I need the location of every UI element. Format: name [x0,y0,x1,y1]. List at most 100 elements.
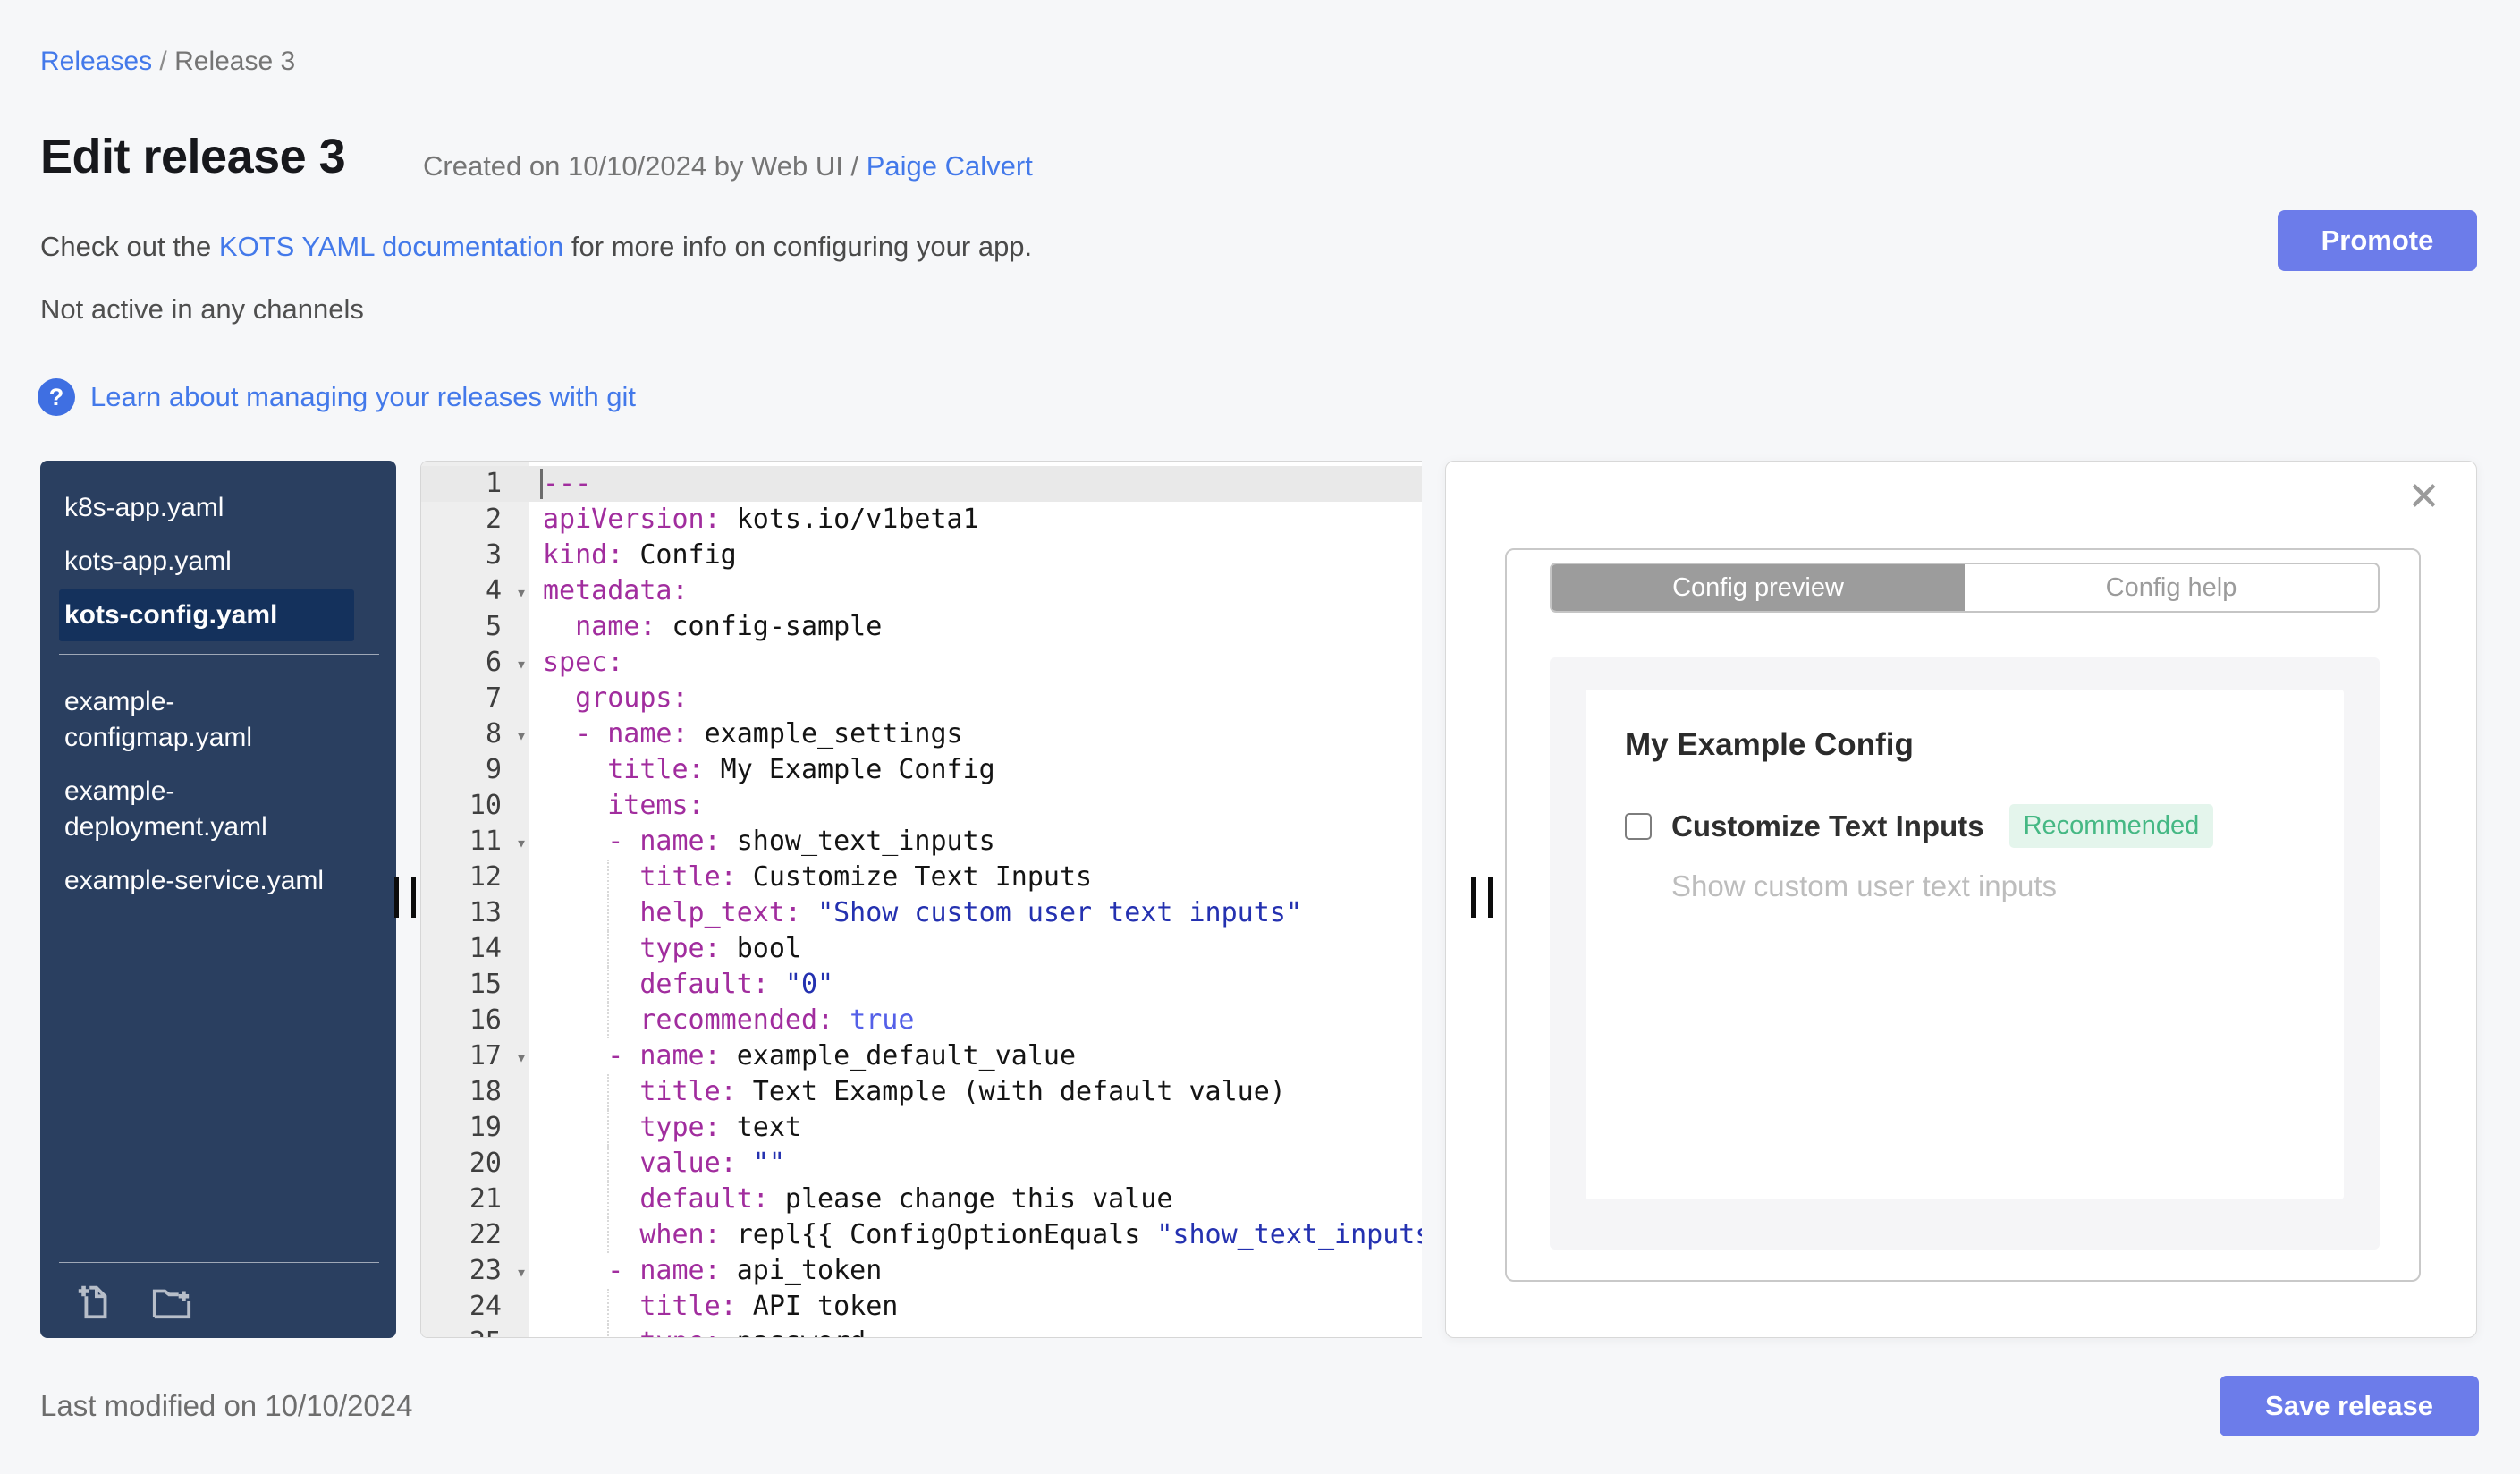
author-link[interactable]: Paige Calvert [867,150,1033,182]
line-number[interactable]: 19 [421,1110,529,1146]
editor-line-20: 20 value: "" [421,1146,1422,1182]
code-text: - name: show_text_inputs [607,826,995,857]
config-card: Config preview Config help My Example Con… [1505,548,2421,1282]
line-number[interactable]: 17 ▾ [421,1038,529,1074]
fold-arrow-icon[interactable]: ▾ [516,646,527,682]
line-number[interactable]: 2 [421,502,529,538]
code-text: title: My Example Config [607,754,995,785]
sidebar-file-list-primary: k8s-app.yaml kots-app.yaml kots-config.yam… [40,461,396,641]
sidebar-actions [40,1281,396,1322]
line-number[interactable]: 12 [421,860,529,895]
channel-status: Not active in any channels [40,293,364,325]
close-icon[interactable]: ✕ [2407,478,2440,517]
line-number[interactable]: 20 [421,1146,529,1182]
line-number[interactable]: 22 [421,1217,529,1253]
editor-line-16: 16 recommended: true [421,1003,1422,1038]
editor-line-22: 22 when: repl{{ ConfigOptionEquals "show… [421,1217,1422,1253]
code-text: title: Text Example (with default value) [529,1074,1422,1110]
editor-line-6: 6 ▾ spec: [421,645,1422,681]
config-preview-panel: ✕ Config preview Config help My Example C… [1445,461,2477,1338]
kots-yaml-docs-link[interactable]: KOTS YAML documentation [219,231,563,262]
sidebar-file-list-secondary: example-configmap.yaml example-deployment… [40,676,396,907]
code-text: - name: example_settings [575,718,963,750]
breadcrumb-releases-link[interactable]: Releases [40,47,152,76]
line-number[interactable]: 24 [421,1289,529,1325]
line-number[interactable]: 15 [421,967,529,1003]
editor-line-10: 10 items: [421,788,1422,824]
line-number[interactable]: 18 [421,1074,529,1110]
new-file-icon[interactable] [74,1281,115,1322]
recommended-badge: Recommended [2008,804,2214,848]
fold-arrow-icon[interactable]: ▾ [516,1254,527,1290]
line-number[interactable]: 21 [421,1182,529,1217]
sidebar-file-kots-config.yaml[interactable]: kots-config.yaml [59,589,354,641]
sidebar-file-example-deployment.yaml[interactable]: example-deployment.yaml [59,766,354,853]
line-number[interactable]: 3 [421,538,529,573]
editor-line-24: 24 title: API token [421,1289,1422,1325]
docs-prefix: Check out the [40,231,219,262]
config-preview-card: My Example Config Customize Text Inputs … [1586,690,2344,1199]
config-tabset: Config preview Config help [1550,563,2380,613]
question-circle-icon: ? [38,378,75,416]
line-number[interactable]: 10 [421,788,529,824]
fold-arrow-icon[interactable]: ▾ [516,574,527,610]
sidebar-file-example-configmap.yaml[interactable]: example-configmap.yaml [59,676,354,764]
code-text: value: "" [529,1146,1422,1182]
code-text: default: please change this value [529,1182,1422,1217]
sidebar-file-example-service.yaml[interactable]: example-service.yaml [59,855,354,907]
git-help-link[interactable]: Learn about managing your releases with … [90,381,636,413]
line-number[interactable]: 4 ▾ [421,573,529,609]
customize-text-inputs-checkbox[interactable] [1625,812,1652,840]
save-release-button[interactable]: Save release [2220,1376,2479,1436]
sidebar-file-kots-app.yaml[interactable]: kots-app.yaml [59,536,354,588]
file-sidebar: k8s-app.yaml kots-app.yaml kots-config.yam… [40,461,396,1338]
tab-config-help[interactable]: Config help [1965,564,2378,611]
code-text: type: password [529,1325,1422,1337]
created-subtitle: Created on 10/10/2024 by Web UI / Paige … [423,150,1033,182]
fold-arrow-icon[interactable]: ▾ [516,1039,527,1075]
line-number[interactable]: 5 [421,609,529,645]
code-text: --- [529,466,1422,502]
fold-arrow-icon[interactable]: ▾ [516,825,527,860]
tab-config-preview[interactable]: Config preview [1552,564,1965,611]
line-number[interactable]: 1 [421,466,529,502]
line-number[interactable]: 16 [421,1003,529,1038]
line-number[interactable]: 8 ▾ [421,716,529,752]
editor-line-19: 19 type: text [421,1110,1422,1146]
code-text: name: config-sample [575,611,883,642]
last-modified-text: Last modified on 10/10/2024 [40,1389,413,1422]
editor-line-11: 11 ▾ - name: show_text_inputs [421,824,1422,860]
editor-line-25: 25 type: password [421,1325,1422,1337]
config-preview-region: My Example Config Customize Text Inputs … [1550,657,2380,1250]
new-folder-icon[interactable] [151,1281,192,1322]
line-number[interactable]: 13 [421,895,529,931]
fold-arrow-icon[interactable]: ▾ [516,717,527,753]
breadcrumb-separator: / [152,47,175,76]
pane-resize-handle-left[interactable] [394,461,425,1338]
editor-line-4: 4 ▾ metadata: [421,573,1422,609]
code-text: help_text: "Show custom user text inputs… [529,895,1422,931]
yaml-code-editor[interactable]: 1 --- 2 apiVersion: kots.io/v1beta1 3 kind: C… [420,461,1422,1338]
editor-line-15: 15 default: "0" [421,967,1422,1003]
sidebar-file-k8s-app.yaml[interactable]: k8s-app.yaml [59,482,354,534]
sidebar-bottom [40,1250,396,1338]
code-text: items: [607,790,705,821]
editor-line-7: 7 groups: [421,681,1422,716]
line-number[interactable]: 6 ▾ [421,645,529,681]
editor-line-12: 12 title: Customize Text Inputs [421,860,1422,895]
line-number[interactable]: 11 ▾ [421,824,529,860]
code-text: type: text [529,1110,1422,1146]
line-number[interactable]: 25 [421,1325,529,1337]
editor-line-8: 8 ▾ - name: example_settings [421,716,1422,752]
line-number[interactable]: 9 [421,752,529,788]
line-number[interactable]: 23 ▾ [421,1253,529,1289]
code-text: spec: [543,647,624,678]
editor-line-1: 1 --- [421,466,1422,502]
editor-line-18: 18 title: Text Example (with default val… [421,1074,1422,1110]
pane-resize-handle-right[interactable] [1471,461,1501,1338]
line-number[interactable]: 7 [421,681,529,716]
promote-button[interactable]: Promote [2278,210,2477,271]
git-help-row: ? Learn about managing your releases wit… [38,378,636,416]
code-text: kind: Config [543,539,737,571]
line-number[interactable]: 14 [421,931,529,967]
